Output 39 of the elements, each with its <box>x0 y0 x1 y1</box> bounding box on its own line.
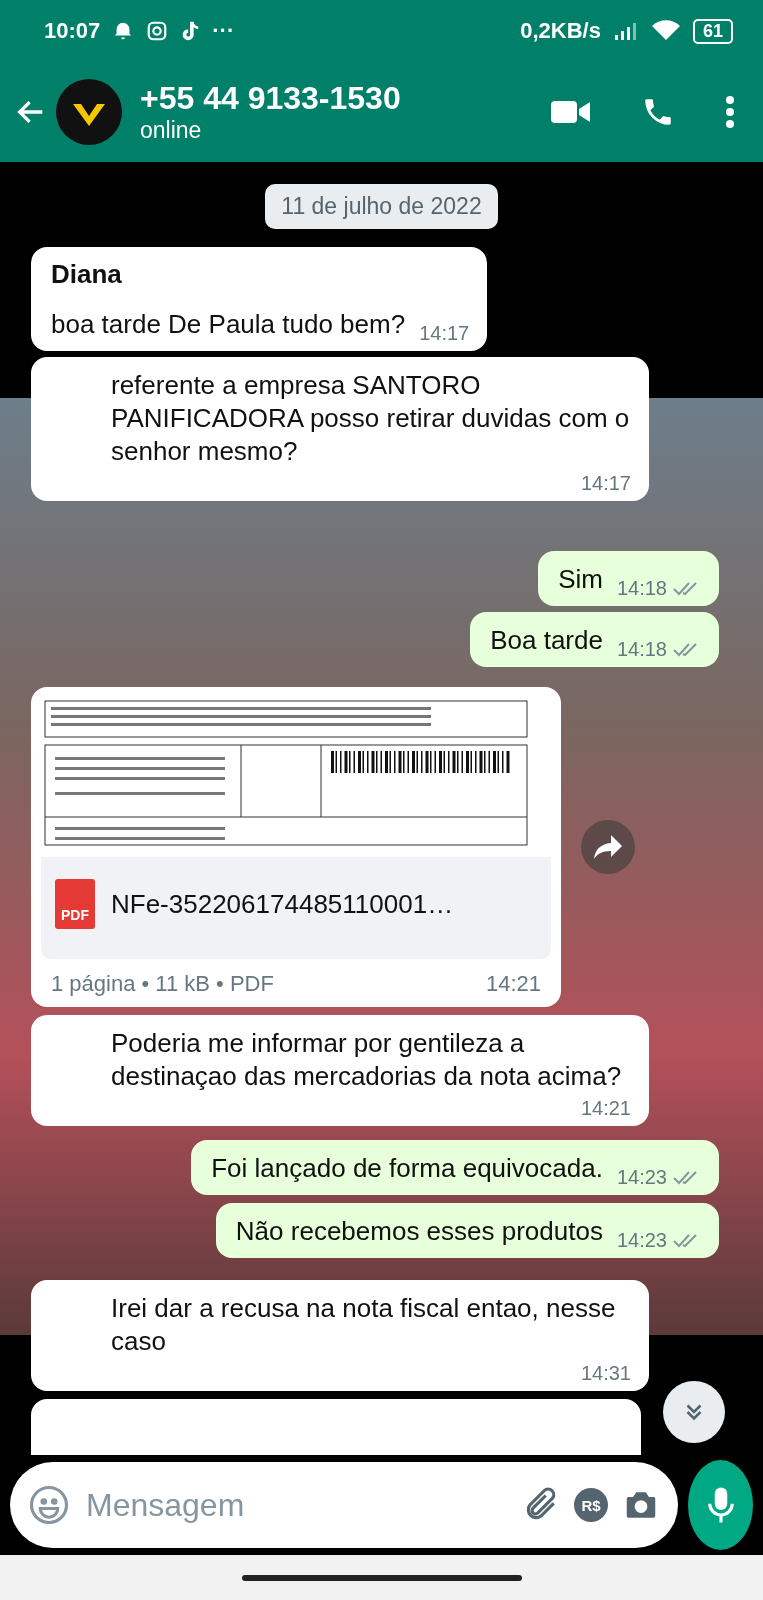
message-time: 14:17 <box>580 472 631 495</box>
battery-level: 61 <box>692 18 733 44</box>
message-input-field[interactable]: Mensagem R$ <box>10 1462 678 1548</box>
network-speed: 0,2KB/s <box>520 18 601 44</box>
pdf-file-icon: PDF <box>55 879 95 929</box>
message-text: boa tarde De Paula tudo bem? <box>51 308 406 341</box>
message-time: 14:23 <box>616 1166 667 1189</box>
emoji-icon[interactable] <box>28 1484 70 1526</box>
message-text: Não recebemos esses produtos <box>235 1215 603 1248</box>
microphone-icon <box>705 1485 736 1525</box>
message-time: 14:23 <box>616 1229 667 1252</box>
message-text: referente a empresa SANTORO PANIFICADORA posso retirar duvidas com o senhor mesmo? <box>111 369 631 468</box>
more-notifications-text: ··· <box>212 18 235 44</box>
music-note-icon <box>180 20 201 42</box>
forward-button[interactable] <box>581 820 635 874</box>
date-chip: 11 de julho de 2022 <box>265 184 498 229</box>
message-time: 14:18 <box>616 577 667 600</box>
contact-status: online <box>140 117 203 144</box>
file-details: 1 página • 11 kB • PDF <box>51 971 274 997</box>
message-text: Foi lançado de forma equivocada. <box>211 1152 603 1185</box>
status-time: 10:07 <box>44 18 101 44</box>
message-text: Poderia me informar por gentileza a destinaçao das mercadorias da nota acima? <box>111 1027 623 1093</box>
contact-name: +55 44 9133-1530 <box>140 80 402 117</box>
sender-name: Diana <box>51 259 123 290</box>
message-text: Irei dar a recusa na nota fiscal entao, nesse caso <box>111 1292 617 1358</box>
wifi-icon <box>650 20 681 42</box>
message-text: Sim <box>558 563 603 596</box>
file-name: NFe-352206174485110001… <box>111 888 454 920</box>
camera-outline-icon <box>146 20 169 42</box>
message-time: 14:21 <box>580 1097 631 1120</box>
message-time: 14:17 <box>419 322 470 345</box>
message-time: 14:21 <box>485 971 541 997</box>
more-options-icon[interactable] <box>725 95 735 129</box>
message-text: Boa tarde <box>490 624 603 657</box>
signal-icon <box>612 21 639 41</box>
payment-button[interactable]: R$ <box>574 1488 608 1522</box>
message-time: 14:18 <box>616 638 667 661</box>
forward-arrow-icon <box>593 834 623 860</box>
message-time: 14:31 <box>580 1362 631 1385</box>
